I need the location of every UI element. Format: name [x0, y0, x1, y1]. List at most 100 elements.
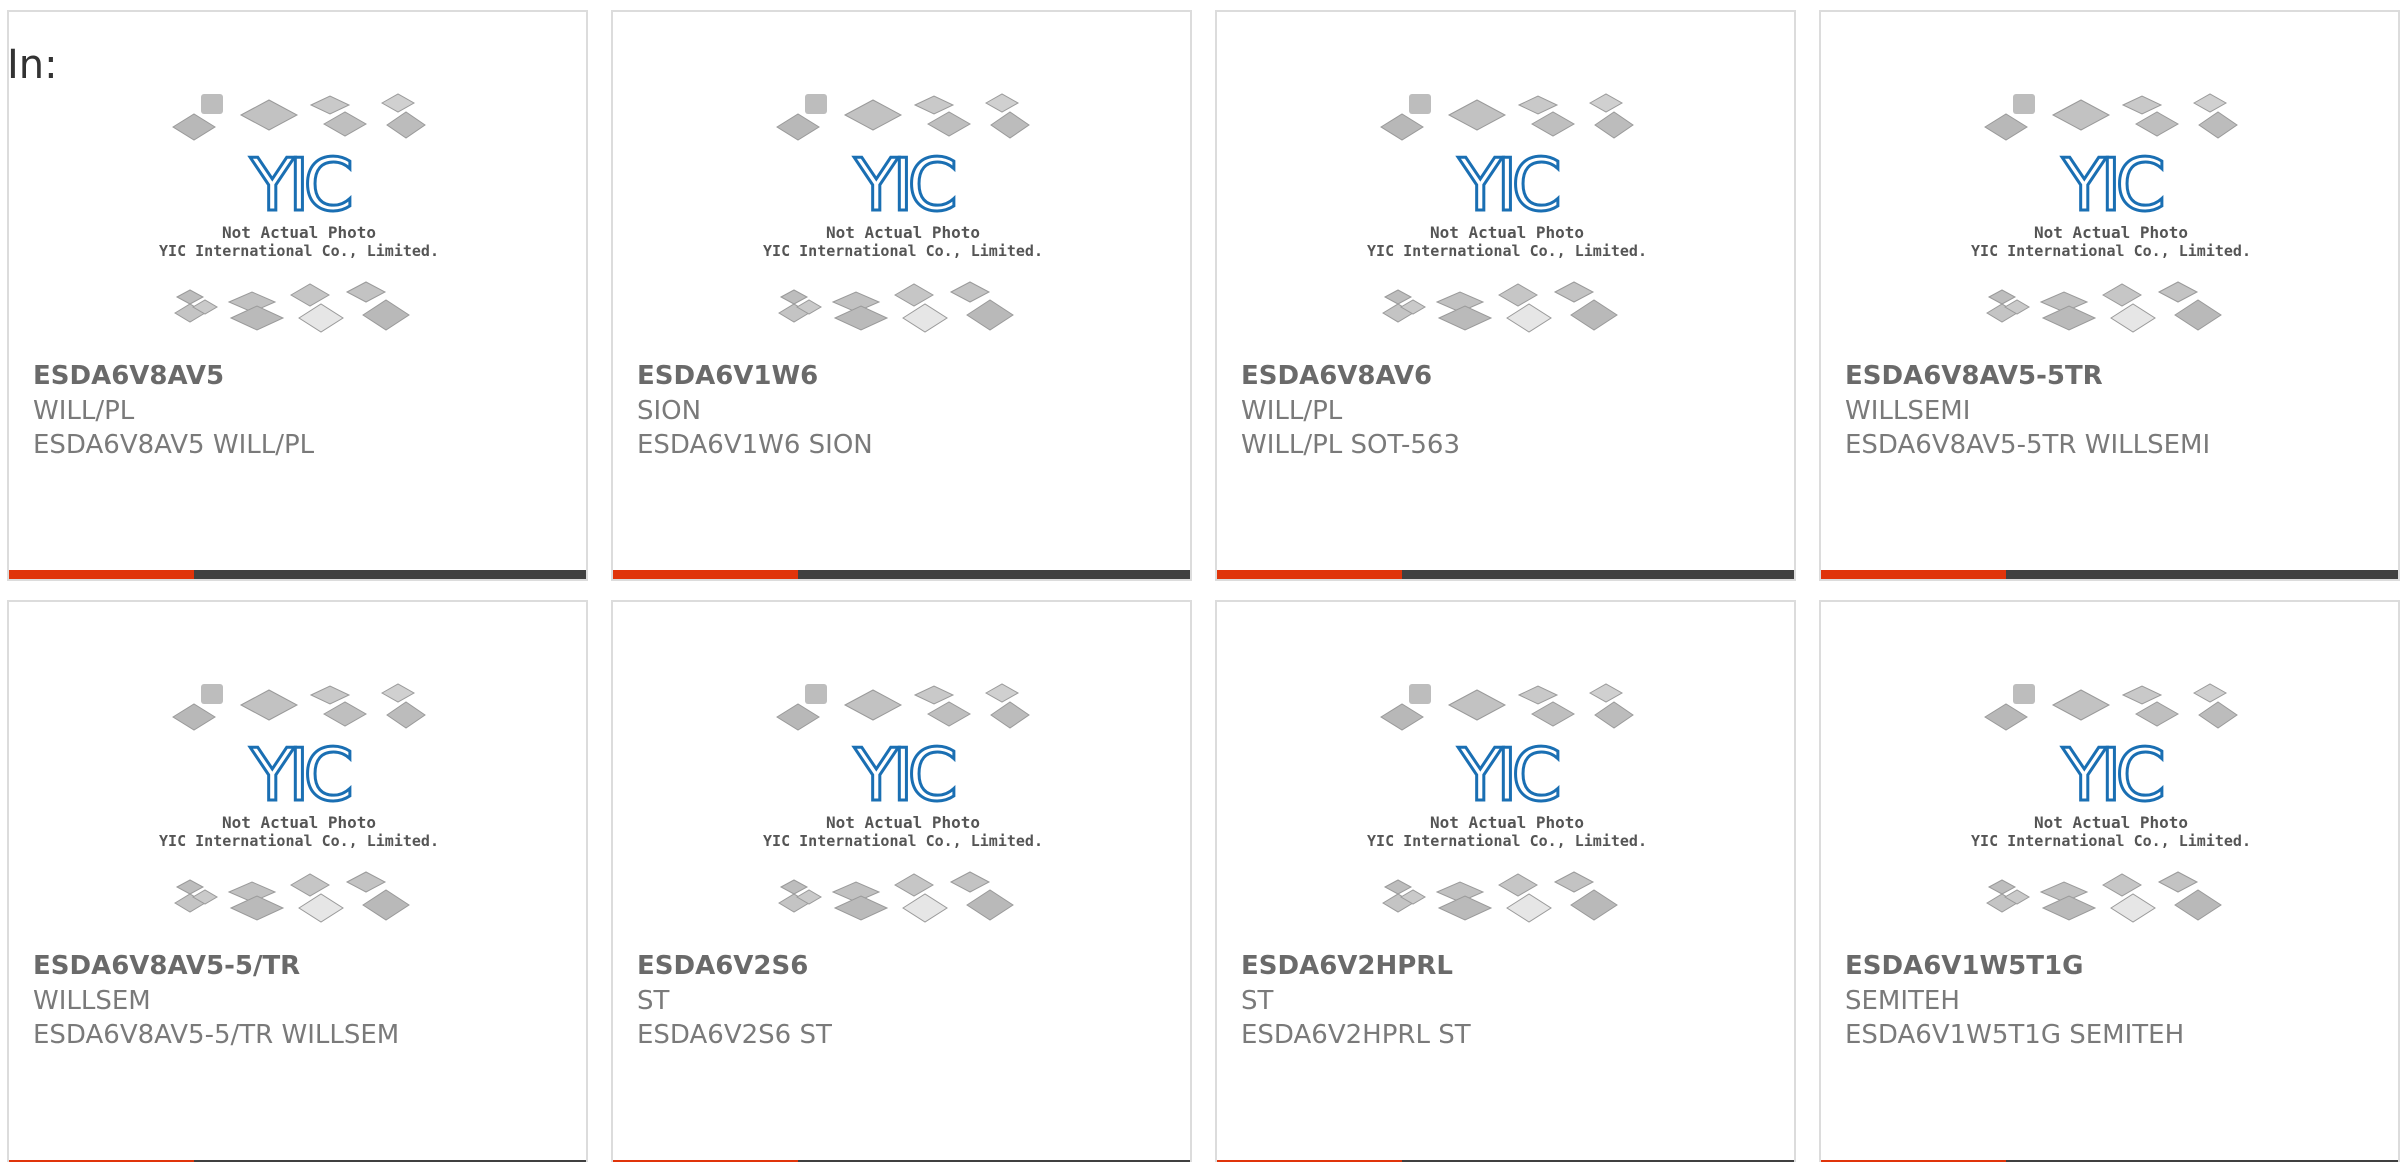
- product-card[interactable]: YIC Not Actual Photo YIC International Co.…: [611, 10, 1192, 581]
- product-card[interactable]: YIC Not Actual Photo YIC International Co.…: [1819, 600, 2400, 1162]
- chip-icon: [913, 95, 955, 115]
- product-photo-placeholder: YIC Not Actual Photo YIC International Co.…: [1367, 92, 1647, 362]
- company-name-text: YIC International Co., Limited.: [159, 242, 439, 260]
- not-actual-photo-text: Not Actual Photo: [222, 813, 376, 832]
- placeholder-graphic: YICNot Actual PhotoYIC International Co.…: [763, 683, 1043, 923]
- chip-icon: [386, 111, 426, 139]
- chip-icon: [298, 303, 344, 333]
- chip-icon: [990, 701, 1030, 729]
- chip-icon: [2013, 684, 2035, 704]
- chip-icon: [1553, 871, 1595, 893]
- product-part-number[interactable]: ESDA6V8AV5: [33, 361, 224, 391]
- chip-icon: [345, 871, 387, 893]
- chip-icon: [309, 95, 351, 115]
- card-bar-accent: [9, 570, 194, 579]
- chip-icon: [386, 701, 426, 729]
- chip-icon: [894, 873, 934, 897]
- chip-icon: [1506, 303, 1552, 333]
- chip-icon: [990, 111, 1030, 139]
- chip-icon: [2157, 281, 2199, 303]
- chip-icon: [1987, 289, 2017, 305]
- product-description: ESDA6V8AV5-5TR WILLSEMI: [1845, 430, 2211, 460]
- chip-icon: [902, 303, 948, 333]
- chip-icon: [984, 93, 1020, 113]
- company-name-text: YIC International Co., Limited.: [763, 242, 1043, 260]
- chip-icon: [1498, 873, 1538, 897]
- chip-icon: [2134, 701, 2180, 727]
- product-description: ESDA6V8AV5-5/TR WILLSEM: [33, 1020, 400, 1050]
- product-part-number[interactable]: ESDA6V8AV6: [1241, 361, 1432, 391]
- chip-icon: [2198, 111, 2238, 139]
- chip-icon: [1517, 95, 1559, 115]
- product-card[interactable]: YIC Not Actual Photo YIC International Co.…: [1819, 10, 2400, 581]
- chip-icon: [949, 871, 991, 893]
- card-bottom-bar: [9, 570, 586, 579]
- not-actual-photo-text: Not Actual Photo: [826, 813, 980, 832]
- product-card[interactable]: YIC Not Actual Photo YIC International Co.…: [611, 600, 1192, 1162]
- placeholder-graphic: YICNot Actual PhotoYIC International Co.…: [763, 93, 1043, 333]
- chip-icon: [201, 94, 223, 114]
- not-actual-photo-text: Not Actual Photo: [2034, 223, 2188, 242]
- chip-icon: [1437, 895, 1493, 921]
- product-card[interactable]: YIC Not Actual Photo YIC International Co.…: [1215, 600, 1796, 1162]
- product-description: ESDA6V8AV5 WILL/PL: [33, 430, 315, 460]
- product-part-number[interactable]: ESDA6V1W6: [637, 361, 818, 391]
- chip-icon: [175, 289, 205, 305]
- product-card[interactable]: YIC Not Actual Photo YIC International Co.…: [7, 600, 588, 1162]
- product-description: ESDA6V1W6 SION: [637, 430, 873, 460]
- chip-icon: [1409, 94, 1431, 114]
- card-bar-accent: [1217, 570, 1402, 579]
- chip-icon: [1984, 703, 2028, 731]
- company-name-text: YIC International Co., Limited.: [1971, 832, 2251, 850]
- chip-icon: [779, 879, 809, 895]
- product-part-number[interactable]: ESDA6V8AV5-5TR: [1845, 361, 2103, 391]
- chip-icon: [776, 113, 820, 141]
- product-part-number[interactable]: ESDA6V1W5T1G: [1845, 951, 2083, 981]
- product-card[interactable]: YIC Not Actual Photo YIC International Co.…: [1215, 10, 1796, 581]
- yic-logo: YIC: [1457, 143, 1558, 227]
- yic-logo: YIC: [2061, 143, 2162, 227]
- chip-icon: [1570, 889, 1618, 921]
- product-brand: WILL/PL: [1241, 396, 1343, 426]
- chip-icon: [1517, 685, 1559, 705]
- chip-icon: [1553, 281, 1595, 303]
- product-photo-placeholder: YIC Not Actual Photo YIC International Co.…: [159, 682, 439, 952]
- product-brand: SEMITEH: [1845, 986, 1960, 1016]
- product-brand: ST: [637, 986, 670, 1016]
- chip-icon: [175, 879, 205, 895]
- chip-icon: [362, 299, 410, 331]
- yic-logo: YIC: [2061, 733, 2162, 817]
- not-actual-photo-text: Not Actual Photo: [2034, 813, 2188, 832]
- chip-icon: [805, 684, 827, 704]
- product-part-number[interactable]: ESDA6V2HPRL: [1241, 951, 1453, 981]
- chip-icon: [926, 701, 972, 727]
- chip-icon: [1530, 111, 1576, 137]
- product-description: ESDA6V2S6 ST: [637, 1020, 832, 1050]
- chip-icon: [2198, 701, 2238, 729]
- chip-icon: [345, 281, 387, 303]
- company-name-text: YIC International Co., Limited.: [1971, 242, 2251, 260]
- product-part-number[interactable]: ESDA6V2S6: [637, 951, 808, 981]
- chip-icon: [833, 305, 889, 331]
- in-label: In:: [7, 42, 58, 88]
- chip-icon: [1588, 93, 1624, 113]
- product-part-number[interactable]: ESDA6V8AV5-5/TR: [33, 951, 300, 981]
- chip-icon: [843, 99, 903, 131]
- chip-icon: [2174, 299, 2222, 331]
- placeholder-graphic: YICNot Actual PhotoYIC International Co.…: [1367, 93, 1647, 333]
- chip-icon: [805, 94, 827, 114]
- chip-icon: [2192, 93, 2228, 113]
- company-name-text: YIC International Co., Limited.: [763, 832, 1043, 850]
- placeholder-graphic: YICNot Actual PhotoYIC International Co.…: [1971, 93, 2251, 333]
- chip-icon: [1506, 893, 1552, 923]
- product-card[interactable]: YIC Not Actual Photo YIC International Co.…: [7, 10, 588, 581]
- product-photo-placeholder: YIC Not Actual Photo YIC International Co.…: [1367, 682, 1647, 952]
- product-photo-placeholder: YIC Not Actual Photo YIC International Co.…: [763, 682, 1043, 952]
- chip-icon: [309, 685, 351, 705]
- product-description: WILL/PL SOT-563: [1241, 430, 1461, 460]
- chip-icon: [1498, 283, 1538, 307]
- chip-icon: [1380, 703, 1424, 731]
- card-bar-accent: [1821, 570, 2006, 579]
- placeholder-graphic: YICNot Actual PhotoYIC International Co.…: [1971, 683, 2251, 923]
- chip-icon: [966, 299, 1014, 331]
